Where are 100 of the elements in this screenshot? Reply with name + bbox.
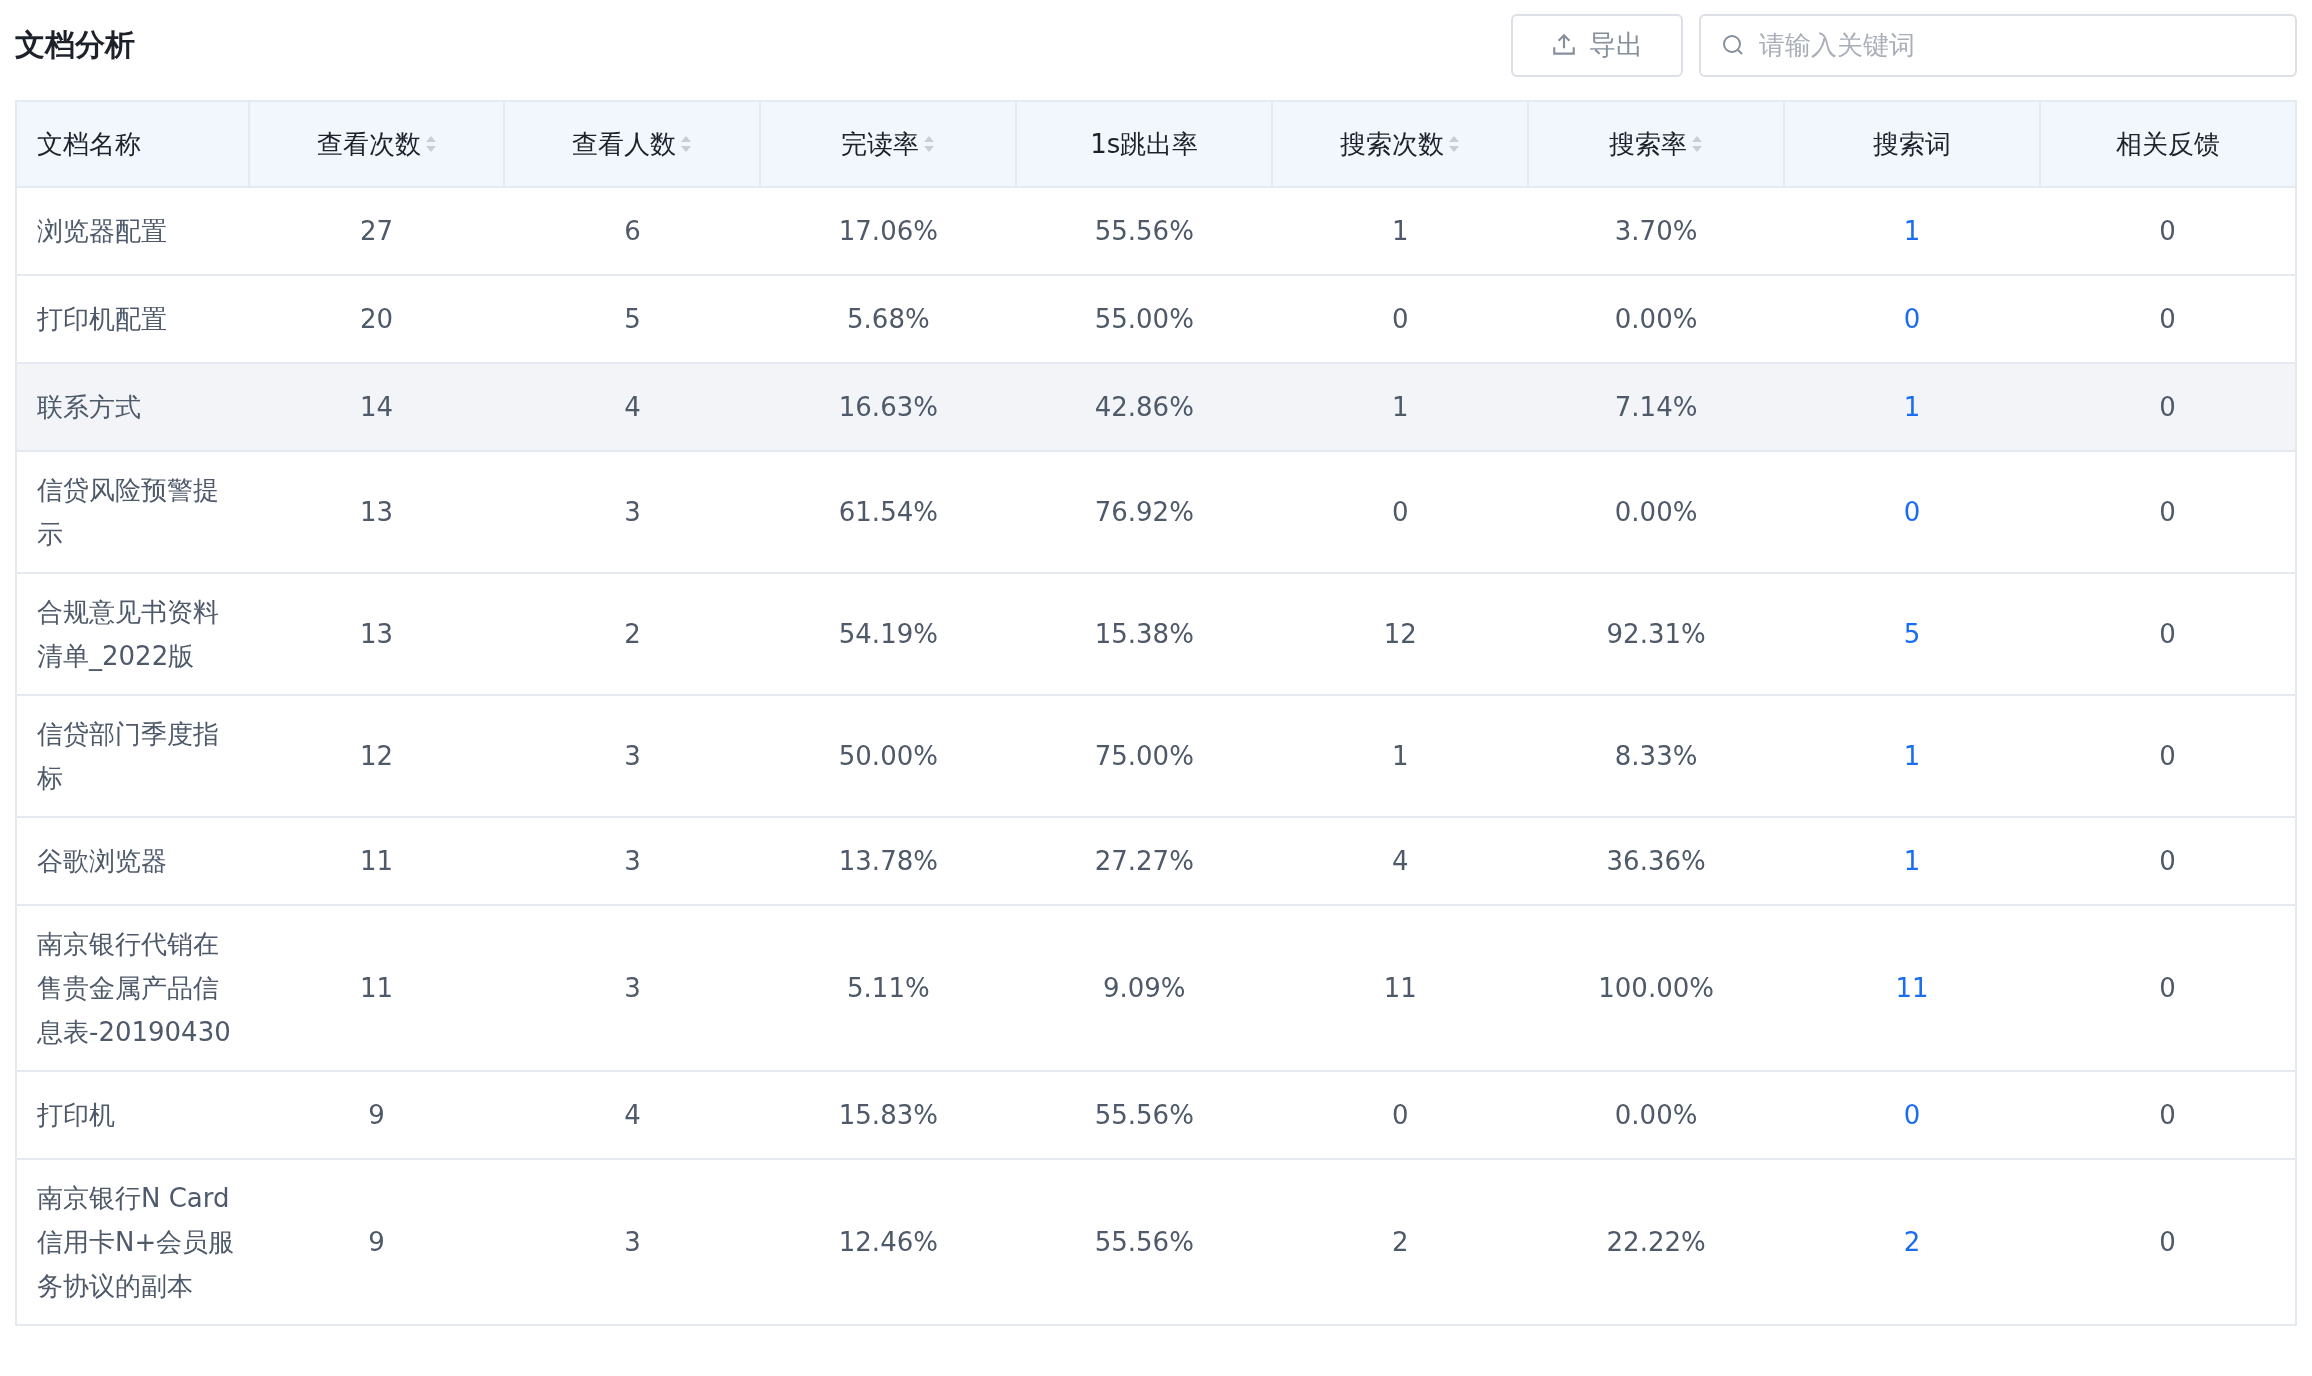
search-term-link[interactable]: 2 (1903, 1227, 1921, 1257)
table-cell: 0 (2159, 497, 2176, 527)
table-cell: 50.00% (838, 741, 938, 771)
column-header[interactable]: 查看次数 (316, 126, 421, 162)
column-header[interactable]: 完读率 (841, 126, 920, 162)
table-cell: 11 (359, 846, 394, 876)
column-header: 相关反馈 (2116, 127, 2220, 161)
upload-icon (1551, 32, 1577, 58)
search-term-link[interactable]: 1 (1903, 216, 1921, 246)
search-term-link[interactable]: 5 (1903, 619, 1921, 649)
table-cell: 42.86% (1094, 392, 1194, 422)
table-cell: 0.00% (1614, 1100, 1698, 1130)
table-cell: 0 (2159, 1100, 2176, 1130)
table-cell: 0 (2159, 973, 2176, 1003)
sort-icon[interactable] (923, 134, 936, 154)
table-cell: 南京银行代销在售贵金属产品信息表-20190430 (37, 929, 231, 1047)
table-row[interactable]: 打印机配置 20 5 5.68% 55.00% 0 0.00% 0 0 (16, 275, 2296, 363)
column-header: 文档名称 (37, 127, 141, 161)
sort-icon[interactable] (1691, 134, 1704, 154)
search-term-link[interactable]: 0 (1903, 497, 1921, 527)
search-icon (1721, 33, 1745, 57)
table-cell: 浏览器配置 (37, 216, 167, 246)
table-cell: 12.46% (838, 1227, 938, 1257)
table-row[interactable]: 联系方式 14 4 16.63% 42.86% 1 7.14% 1 0 (16, 363, 2296, 451)
table-cell: 3 (624, 846, 641, 876)
table-cell: 92.31% (1606, 619, 1706, 649)
column-header[interactable]: 查看人数 (572, 126, 677, 162)
table-cell: 0 (2159, 392, 2176, 422)
table-cell: 4 (1391, 846, 1409, 876)
table-cell: 13 (359, 619, 394, 649)
search-term-link[interactable]: 1 (1903, 392, 1921, 422)
table-cell: 14 (359, 392, 394, 422)
table-cell: 100.00% (1598, 973, 1714, 1003)
table-cell: 联系方式 (37, 392, 141, 422)
table-cell: 76.92% (1094, 497, 1194, 527)
sort-icon[interactable] (424, 134, 437, 154)
table-cell: 13 (359, 497, 394, 527)
table-cell: 0 (1391, 304, 1409, 334)
table-row[interactable]: 南京银行代销在售贵金属产品信息表-20190430 11 3 5.11% 9.09% 11 100.00% 11 0 (16, 905, 2296, 1071)
table-cell: 0 (1391, 497, 1409, 527)
column-header[interactable]: 搜索率 (1609, 126, 1688, 162)
table-cell: 7.14% (1614, 392, 1698, 422)
table-cell: 0 (1391, 1100, 1409, 1130)
table-cell: 合规意见书资料清单_2022版 (37, 597, 219, 671)
sort-icon[interactable] (680, 134, 693, 154)
table-cell: 信贷风险预警提示 (37, 475, 219, 549)
table-cell: 0 (2159, 304, 2176, 334)
table-cell: 0 (2159, 741, 2176, 771)
table-cell: 27.27% (1094, 846, 1194, 876)
search-term-link[interactable]: 11 (1895, 973, 1929, 1003)
table-cell: 南京银行N Card信用卡N+会员服务协议的副本 (37, 1183, 235, 1301)
table-cell: 信贷部门季度指标 (37, 719, 219, 793)
table-cell: 4 (624, 1100, 641, 1130)
table-cell: 6 (624, 216, 641, 246)
table-cell: 0.00% (1614, 497, 1698, 527)
table-row[interactable]: 谷歌浏览器 11 3 13.78% 27.27% 4 36.36% 1 0 (16, 817, 2296, 905)
table-cell: 打印机配置 (37, 304, 167, 334)
page-title: 文档分析 (15, 25, 135, 64)
search-term-link[interactable]: 0 (1903, 304, 1921, 334)
column-header[interactable]: 搜索次数 (1340, 126, 1445, 162)
table-cell: 3 (624, 741, 641, 771)
sort-icon[interactable] (1448, 134, 1461, 154)
table-cell: 16.63% (838, 392, 938, 422)
column-header: 1s跳出率 (1090, 127, 1199, 161)
table-row[interactable]: 信贷风险预警提示 13 3 61.54% 76.92% 0 0.00% 0 0 (16, 451, 2296, 573)
table-cell: 0 (2159, 846, 2176, 876)
table-cell: 0 (2159, 1227, 2176, 1257)
table-cell: 5 (624, 304, 641, 334)
search-term-link[interactable]: 1 (1903, 741, 1921, 771)
table-row[interactable]: 打印机 9 4 15.83% 55.56% 0 0.00% 0 0 (16, 1071, 2296, 1159)
table-cell: 61.54% (838, 497, 938, 527)
table-row[interactable]: 浏览器配置 27 6 17.06% 55.56% 1 3.70% 1 0 (16, 187, 2296, 275)
table-cell: 54.19% (838, 619, 938, 649)
table-cell: 12 (1383, 619, 1417, 649)
table-row[interactable]: 合规意见书资料清单_2022版 13 2 54.19% 15.38% 12 92.31% 5 0 (16, 573, 2296, 695)
search-field[interactable]: 请输入关键词 (1699, 13, 2297, 77)
table-cell: 1 (1391, 392, 1409, 422)
table-row[interactable]: 南京银行N Card信用卡N+会员服务协议的副本 9 3 12.46% 55.56% 2 22.22% 2 0 (16, 1159, 2296, 1325)
table-cell: 5.68% (847, 304, 930, 334)
table-cell: 1 (1391, 741, 1409, 771)
table-cell: 9 (368, 1227, 385, 1257)
table-cell: 4 (624, 392, 641, 422)
table-cell: 55.56% (1094, 1227, 1194, 1257)
table-cell: 9 (368, 1100, 385, 1130)
search-term-link[interactable]: 0 (1903, 1100, 1921, 1130)
table-cell: 3 (624, 1227, 641, 1257)
table-cell: 55.56% (1094, 216, 1194, 246)
table-cell: 17.06% (838, 216, 938, 246)
table-cell: 22.22% (1606, 1227, 1706, 1257)
search-term-link[interactable]: 1 (1903, 846, 1921, 876)
table-cell: 55.00% (1094, 304, 1194, 334)
table-cell: 0 (2159, 216, 2176, 246)
table-cell: 55.56% (1094, 1100, 1194, 1130)
table-row[interactable]: 信贷部门季度指标 12 3 50.00% 75.00% 1 8.33% 1 0 (16, 695, 2296, 817)
table-cell: 5.11% (847, 973, 930, 1003)
table-cell: 11 (1383, 973, 1417, 1003)
table-cell: 3 (624, 973, 641, 1003)
table-cell: 20 (359, 304, 394, 334)
table-cell: 1 (1391, 216, 1409, 246)
table-cell: 15.83% (838, 1100, 938, 1130)
